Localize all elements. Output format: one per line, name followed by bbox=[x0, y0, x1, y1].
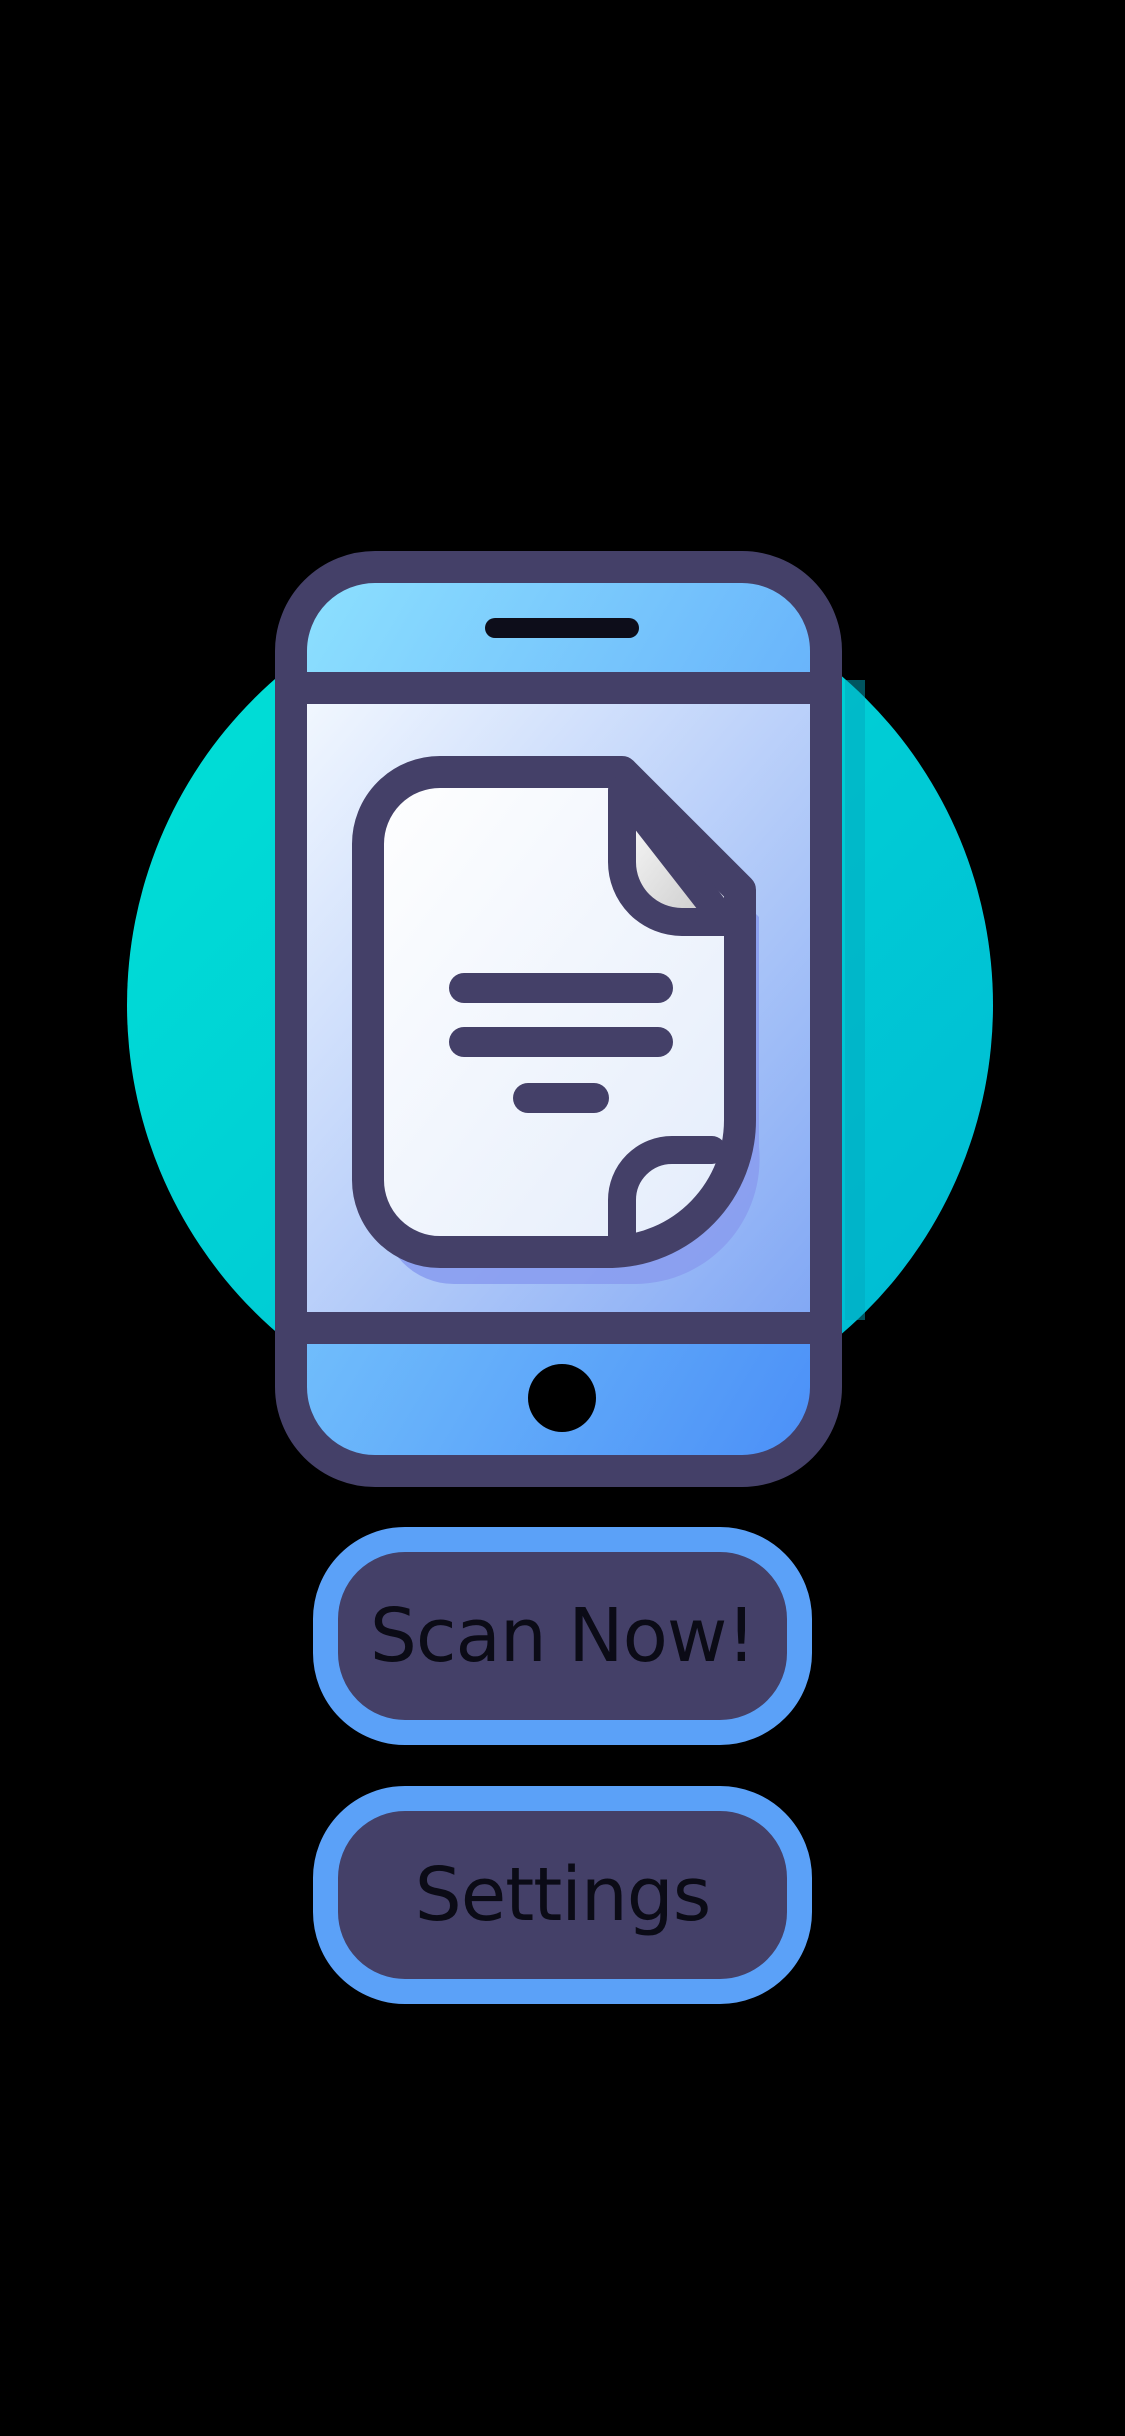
home-button-icon bbox=[528, 1364, 596, 1432]
phone-document-icon bbox=[127, 551, 993, 1487]
settings-button[interactable]: Settings bbox=[313, 1786, 812, 2004]
hero-illustration bbox=[0, 0, 1125, 1500]
speaker-icon bbox=[485, 618, 639, 638]
document-icon bbox=[352, 756, 756, 1268]
scan-now-button[interactable]: Scan Now! bbox=[313, 1527, 812, 1745]
